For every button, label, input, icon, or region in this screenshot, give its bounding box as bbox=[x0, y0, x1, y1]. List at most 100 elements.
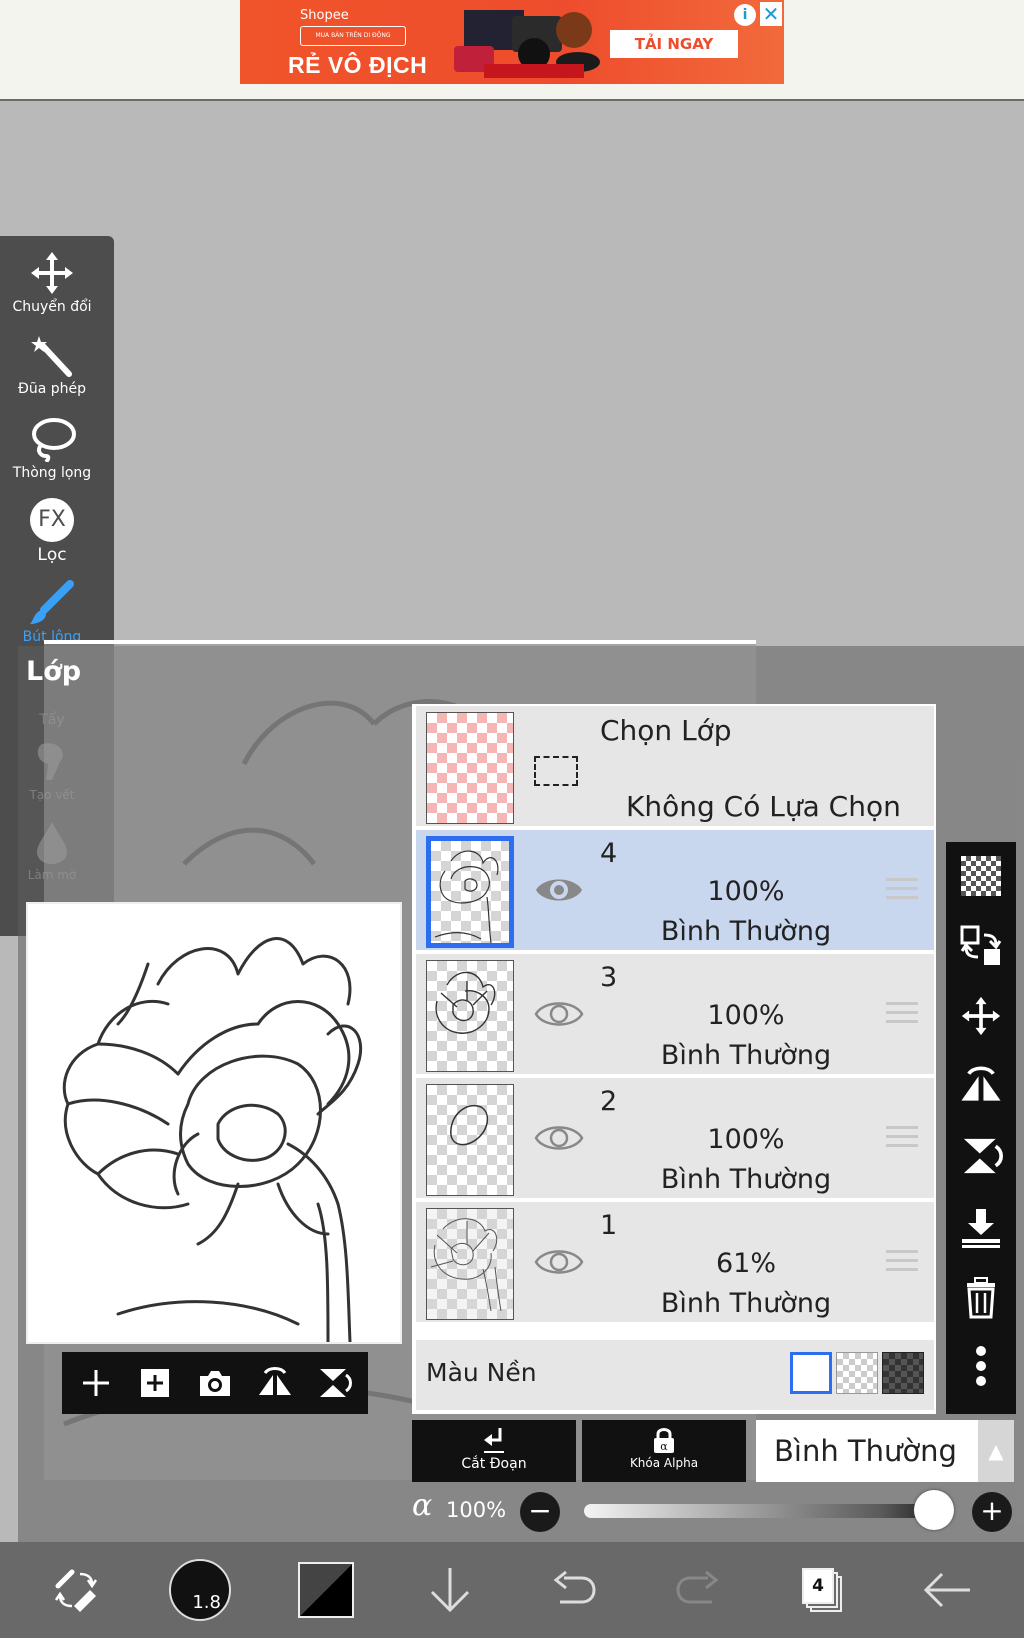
undo-icon[interactable] bbox=[540, 1556, 608, 1624]
layer-number: 3 bbox=[600, 962, 618, 993]
layer-row[interactable]: 2 100% Bình Thường bbox=[416, 1078, 934, 1202]
blur-drop-icon bbox=[37, 822, 67, 864]
alpha-lock-icon: α bbox=[654, 1428, 674, 1453]
tool-label: Lọc bbox=[37, 545, 67, 565]
background-color-row: Màu Nền bbox=[416, 1340, 934, 1410]
clipping-button[interactable]: Cắt Đoạn bbox=[412, 1420, 576, 1482]
brush-size-button[interactable]: 1.8 bbox=[166, 1556, 234, 1624]
tool-label: Chuyển đổi bbox=[12, 299, 92, 315]
brush-size-value: 1.8 bbox=[169, 1559, 231, 1621]
add-layer-icon[interactable] bbox=[75, 1362, 117, 1404]
back-arrow-icon[interactable] bbox=[912, 1556, 980, 1624]
add-layer-box-icon[interactable] bbox=[134, 1362, 176, 1404]
smudge-icon bbox=[37, 743, 63, 780]
visibility-eye-icon[interactable] bbox=[534, 994, 584, 1034]
selection-layer-status: Không Có Lựa Chọn bbox=[626, 790, 901, 823]
color-picker-button[interactable] bbox=[292, 1556, 360, 1624]
tool-filter[interactable]: FX Lọc bbox=[0, 498, 104, 565]
alpha-lock-button[interactable]: α Khóa Alpha bbox=[582, 1420, 746, 1482]
tool-smudge[interactable]: Tạo vết bbox=[0, 740, 104, 803]
tool-blur[interactable]: Làm mờ bbox=[0, 822, 104, 883]
fx-filter-icon: FX bbox=[30, 498, 74, 542]
trash-icon[interactable] bbox=[957, 1274, 1005, 1322]
lasso-icon bbox=[32, 418, 76, 462]
tool-label: Thòng lọng bbox=[12, 465, 92, 481]
layer-row[interactable]: 3 100% Bình Thường bbox=[416, 954, 934, 1078]
brush-icon bbox=[30, 580, 74, 624]
blend-mode-arrow-icon[interactable]: ▲ bbox=[978, 1420, 1014, 1482]
opacity-decrease-button[interactable]: − bbox=[520, 1492, 560, 1532]
tool-swap-icon[interactable] bbox=[42, 1556, 110, 1624]
background-color-label: Màu Nền bbox=[426, 1358, 537, 1387]
ad-close-icon[interactable]: ✕ bbox=[760, 2, 782, 26]
tool-transform[interactable]: Chuyển đổi bbox=[0, 250, 104, 315]
tool-label: Tạo vết bbox=[29, 788, 75, 802]
drag-handle-icon[interactable] bbox=[886, 878, 918, 904]
ad-download-button[interactable]: TẢI NGAY bbox=[610, 30, 738, 58]
redo-icon[interactable] bbox=[664, 1556, 732, 1624]
layer-row[interactable]: 1 61% Bình Thường bbox=[416, 1202, 934, 1326]
tool-magic-wand[interactable]: Đũa phép bbox=[0, 336, 104, 397]
layer-blend-mode: Bình Thường bbox=[660, 1164, 832, 1195]
swap-layers-icon[interactable] bbox=[957, 922, 1005, 970]
more-vertical-icon[interactable] bbox=[957, 1342, 1005, 1390]
ad-banner[interactable]: Shopee MUA BÁN TRÊN DI ĐỘNG RẺ VÔ ĐỊCH T… bbox=[240, 0, 784, 84]
transparency-checker-icon[interactable] bbox=[957, 852, 1005, 900]
flower-sketch-image bbox=[62, 937, 363, 1344]
tool-brush[interactable]: Bút lông bbox=[0, 580, 104, 645]
tool-lasso[interactable]: Thòng lọng bbox=[0, 416, 104, 481]
alpha-lock-label: Khóa Alpha bbox=[629, 1456, 699, 1470]
layer-row[interactable]: 4 100% Bình Thường bbox=[416, 830, 934, 954]
layer-opacity: 100% bbox=[707, 1000, 785, 1031]
drag-handle-icon[interactable] bbox=[886, 1250, 918, 1276]
drag-handle-icon[interactable] bbox=[886, 1126, 918, 1152]
layers-button[interactable]: 4 bbox=[788, 1556, 856, 1624]
background-transparent-swatch[interactable] bbox=[836, 1352, 878, 1394]
layer-opacity: 100% bbox=[707, 1124, 785, 1155]
opacity-increase-button[interactable]: + bbox=[972, 1492, 1012, 1532]
canvas-preview[interactable] bbox=[26, 902, 402, 1344]
visibility-eye-icon[interactable] bbox=[534, 1118, 584, 1158]
layer-blend-mode: Bình Thường bbox=[660, 1040, 832, 1071]
clipping-arrow-icon bbox=[484, 1428, 504, 1453]
opacity-control: α 100% − + bbox=[412, 1486, 1024, 1538]
selection-layer-thumbnail bbox=[426, 712, 514, 824]
opacity-slider-thumb[interactable] bbox=[914, 1490, 954, 1530]
layer-number: 1 bbox=[600, 1210, 618, 1241]
opacity-slider[interactable] bbox=[584, 1504, 934, 1518]
drag-handle-icon[interactable] bbox=[886, 1002, 918, 1028]
bottom-toolbar: 1.8 4 bbox=[0, 1542, 1024, 1638]
merge-down-icon[interactable] bbox=[957, 1204, 1005, 1252]
selection-layer-row[interactable]: Chọn Lớp Không Có Lựa Chọn bbox=[416, 706, 934, 830]
layer-opacity: 100% bbox=[707, 876, 785, 907]
marquee-selection-icon bbox=[534, 756, 578, 786]
ad-brand: Shopee bbox=[300, 8, 349, 23]
layer-actions-bar bbox=[946, 842, 1016, 1414]
ad-info-icon[interactable]: i bbox=[734, 4, 756, 26]
visibility-eye-icon[interactable] bbox=[534, 1242, 584, 1282]
flip-vertical-icon[interactable] bbox=[957, 1132, 1005, 1180]
background-white-swatch[interactable] bbox=[790, 1352, 832, 1394]
ad-brand-sub: MUA BÁN TRÊN DI ĐỘNG bbox=[300, 26, 406, 46]
ad-banner-bar: Shopee MUA BÁN TRÊN DI ĐỘNG RẺ VÔ ĐỊCH T… bbox=[0, 0, 1024, 101]
flip-vertical-icon[interactable] bbox=[313, 1362, 355, 1404]
layer-count: 4 bbox=[802, 1568, 834, 1604]
ad-products-image bbox=[454, 10, 600, 78]
background-dark-swatch[interactable] bbox=[882, 1352, 924, 1394]
layer-blend-mode: Bình Thường bbox=[660, 916, 832, 947]
move-arrows-icon[interactable] bbox=[957, 992, 1005, 1040]
layer-number: 2 bbox=[600, 1086, 618, 1117]
layer-list: Chọn Lớp Không Có Lựa Chọn 4 100% Bình T… bbox=[412, 704, 936, 1414]
color-swatch bbox=[298, 1562, 354, 1618]
layers-stack-icon: 4 bbox=[802, 1568, 842, 1612]
flip-horizontal-icon[interactable] bbox=[254, 1362, 296, 1404]
down-arrow-icon[interactable] bbox=[416, 1556, 484, 1624]
selection-layer-title: Chọn Lớp bbox=[600, 714, 732, 747]
blend-mode-select[interactable]: Bình Thường bbox=[756, 1420, 978, 1482]
layer-number: 4 bbox=[600, 838, 618, 869]
camera-icon[interactable] bbox=[194, 1362, 236, 1404]
tool-label: Làm mờ bbox=[27, 868, 77, 882]
visibility-eye-icon[interactable] bbox=[534, 870, 584, 910]
layer-thumbnail bbox=[426, 1208, 514, 1320]
flip-horizontal-icon[interactable] bbox=[957, 1062, 1005, 1110]
